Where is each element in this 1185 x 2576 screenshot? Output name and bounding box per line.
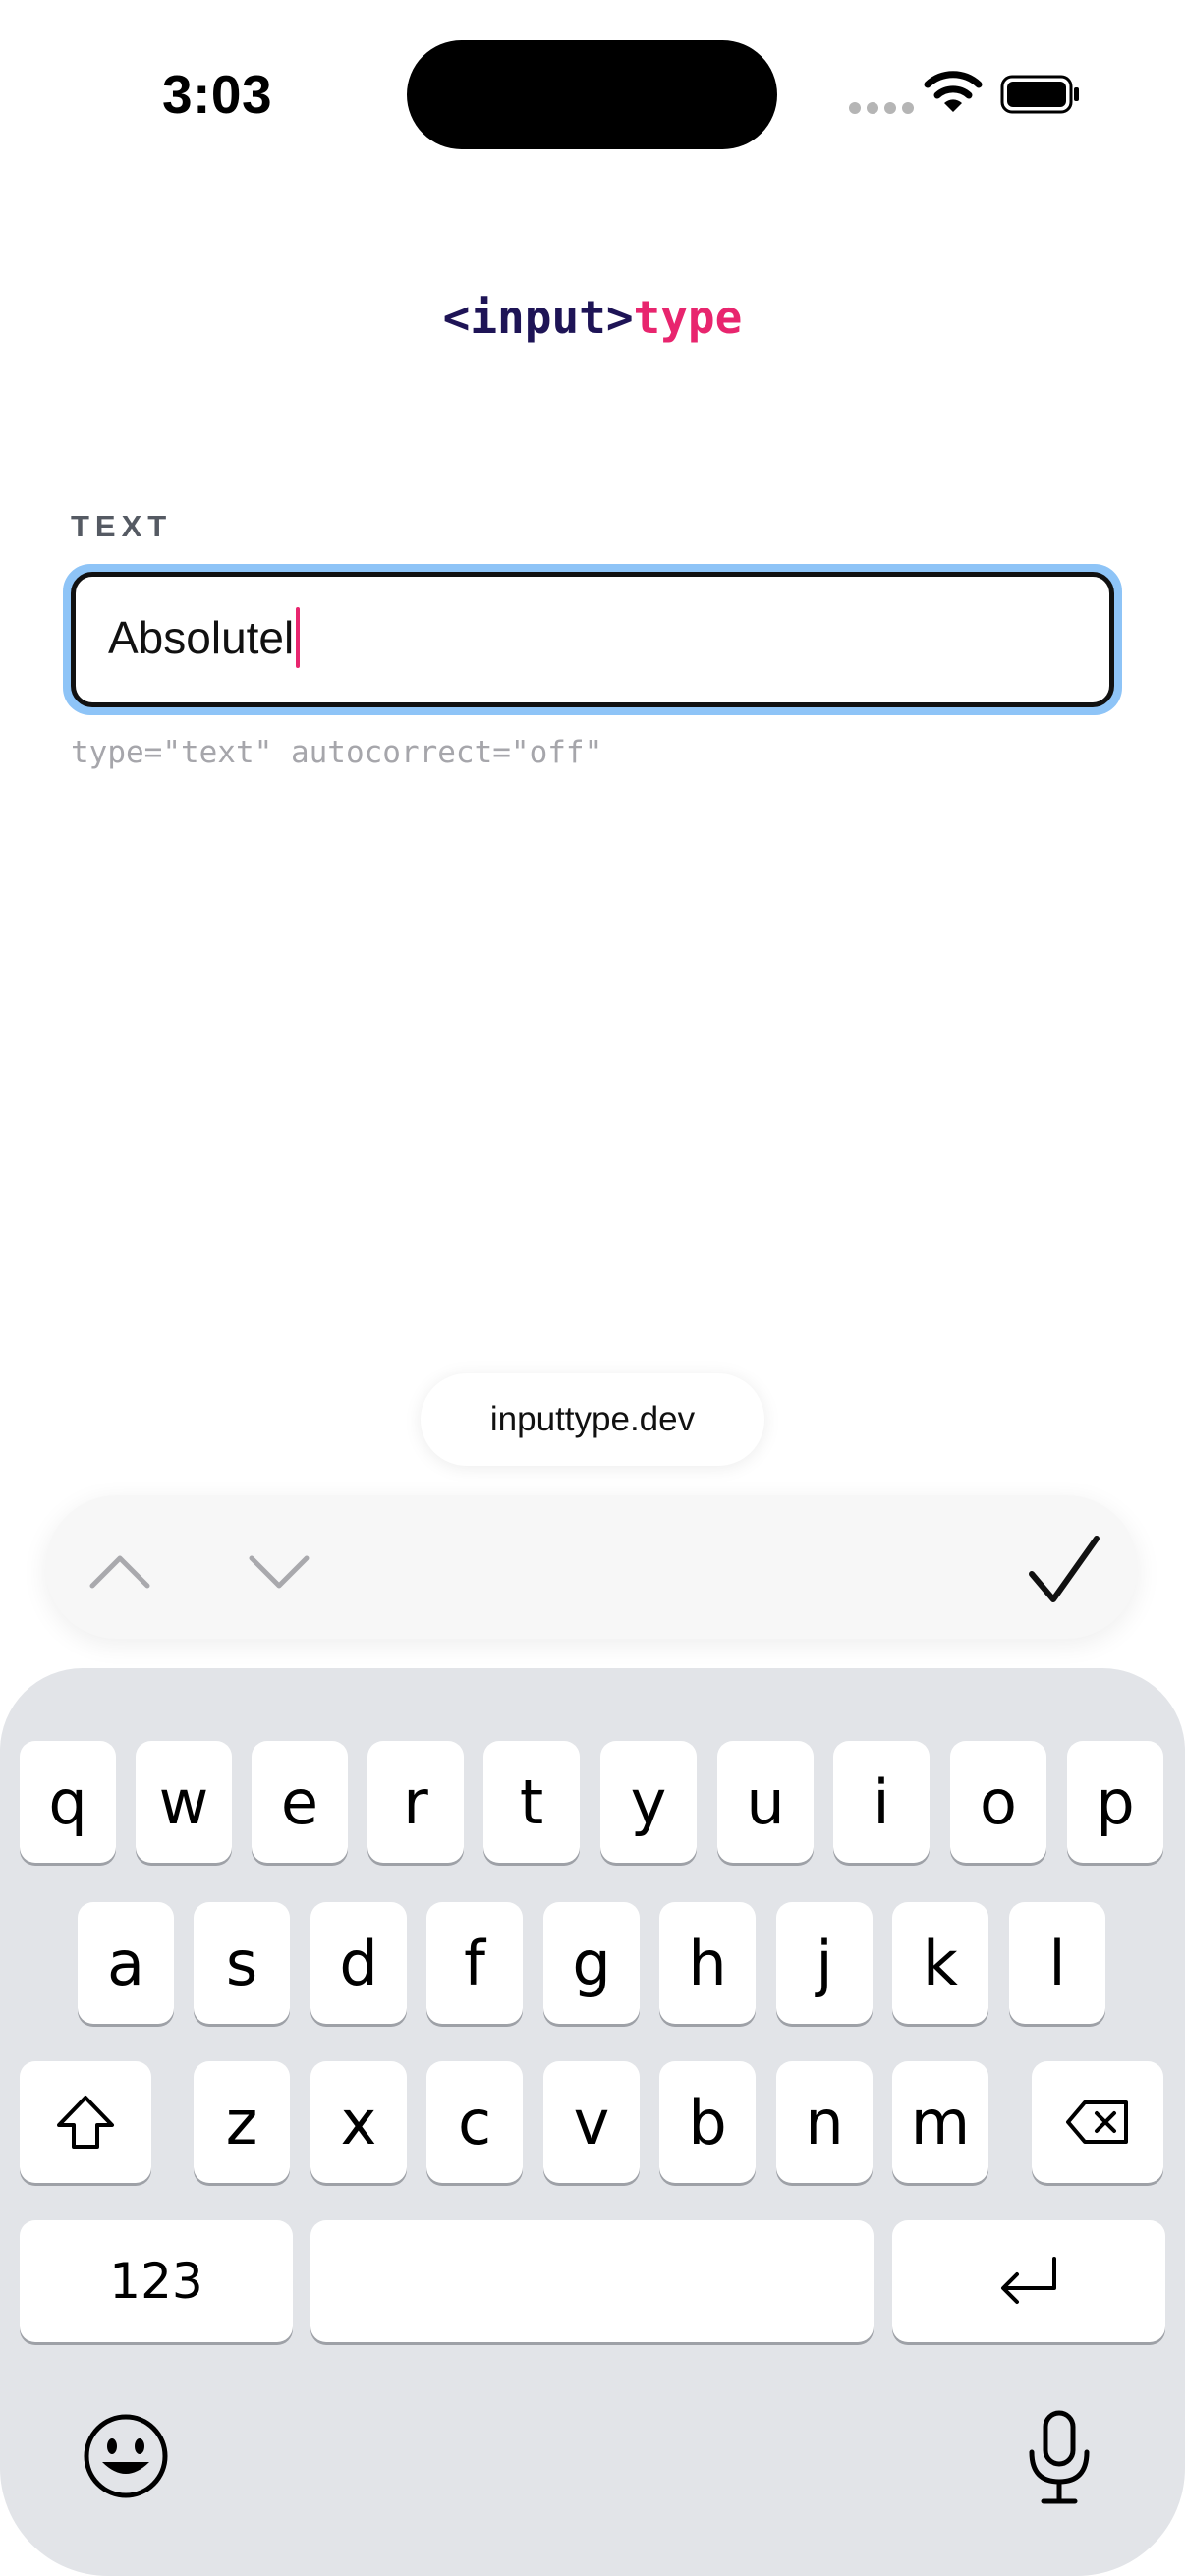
key-e[interactable]: e <box>252 1741 348 1863</box>
dynamic-island <box>407 40 777 149</box>
microphone-icon[interactable] <box>1022 2409 1097 2507</box>
domain-pill[interactable]: inputtype.dev <box>421 1373 764 1466</box>
signal-dots-icon <box>849 102 914 114</box>
return-icon <box>1001 2257 1056 2304</box>
key-f[interactable]: f <box>426 1902 523 2024</box>
key-t[interactable]: t <box>483 1741 580 1863</box>
key-y[interactable]: y <box>600 1741 697 1863</box>
key-j[interactable]: j <box>776 1902 873 2024</box>
key-d[interactable]: d <box>310 1902 407 2024</box>
keyboard-accessory-bar <box>45 1495 1138 1639</box>
key-q[interactable]: q <box>20 1741 116 1863</box>
key-u[interactable]: u <box>717 1741 814 1863</box>
key-h[interactable]: h <box>659 1902 756 2024</box>
keyboard: q w e r t y u i o p a s d f g h j k l z … <box>0 1668 1185 2576</box>
logo-type-part: type <box>633 291 743 344</box>
key-x[interactable]: x <box>310 2061 407 2183</box>
key-o[interactable]: o <box>950 1741 1046 1863</box>
key-l[interactable]: l <box>1009 1902 1105 2024</box>
delete-key[interactable] <box>1032 2061 1163 2183</box>
key-w[interactable]: w <box>136 1741 232 1863</box>
delete-icon <box>1066 2100 1128 2144</box>
input-text: Absolutel <box>108 612 295 663</box>
key-m[interactable]: m <box>892 2061 988 2183</box>
chevron-up-icon[interactable] <box>85 1535 155 1605</box>
wifi-icon <box>924 71 983 112</box>
key-z[interactable]: z <box>194 2061 290 2183</box>
shift-icon <box>57 2096 114 2149</box>
checkmark-icon[interactable] <box>1022 1529 1106 1613</box>
battery-icon <box>1000 75 1079 114</box>
chevron-down-icon[interactable] <box>244 1535 314 1605</box>
key-k[interactable]: k <box>892 1902 988 2024</box>
shift-key[interactable] <box>20 2061 151 2183</box>
key-g[interactable]: g <box>543 1902 640 2024</box>
numbers-key[interactable]: 123 <box>20 2220 293 2342</box>
logo-input-part: <input> <box>442 291 634 344</box>
key-n[interactable]: n <box>776 2061 873 2183</box>
key-p[interactable]: p <box>1067 1741 1163 1863</box>
text-input-value[interactable]: Absolutel <box>108 607 301 668</box>
key-v[interactable]: v <box>543 2061 640 2183</box>
field-hint: type="text" autocorrect="off" <box>71 735 603 770</box>
field-label: TEXT <box>71 509 173 543</box>
status-time: 3:03 <box>162 64 273 125</box>
site-logo: <input>type <box>0 291 1185 344</box>
key-r[interactable]: r <box>367 1741 464 1863</box>
emoji-icon[interactable] <box>81 2411 171 2501</box>
key-c[interactable]: c <box>426 2061 523 2183</box>
key-s[interactable]: s <box>194 1902 290 2024</box>
key-i[interactable]: i <box>833 1741 930 1863</box>
key-b[interactable]: b <box>659 2061 756 2183</box>
text-caret <box>296 607 301 668</box>
return-key[interactable] <box>892 2220 1165 2342</box>
key-a[interactable]: a <box>78 1902 174 2024</box>
space-key[interactable] <box>310 2220 874 2342</box>
